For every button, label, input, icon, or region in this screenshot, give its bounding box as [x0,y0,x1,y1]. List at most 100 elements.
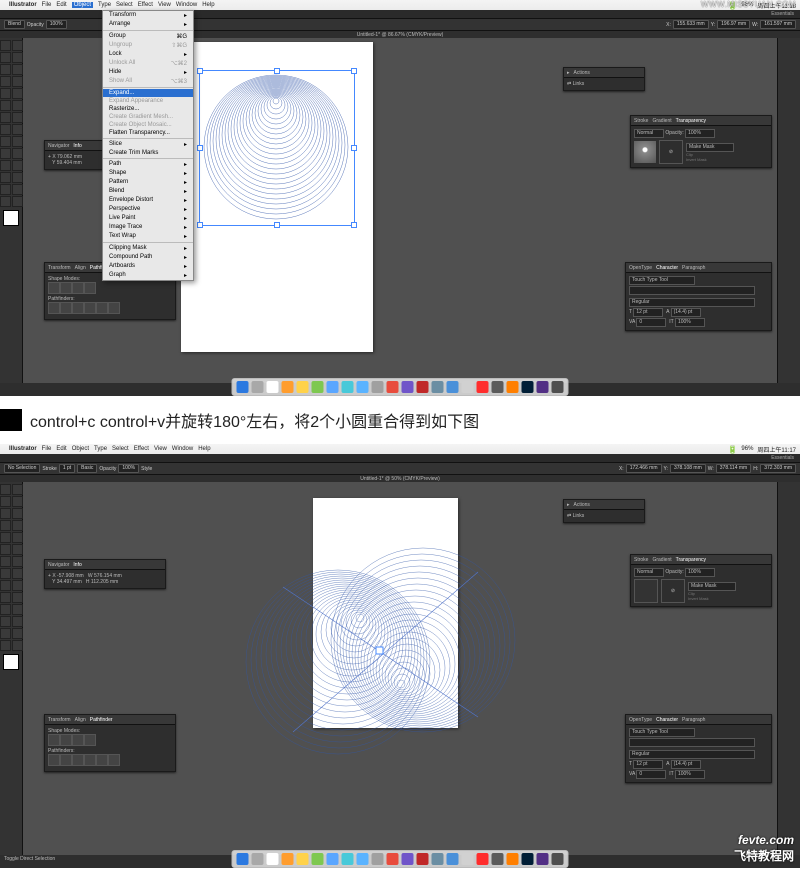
transparency-tab[interactable]: Transparency [676,557,706,563]
invert-check[interactable]: Invert Mask [686,157,768,162]
perspective-tool[interactable] [0,580,11,591]
dock-app-icon[interactable] [312,381,324,393]
dock-app-icon[interactable] [387,381,399,393]
navigator-tab[interactable]: Navigator [48,562,69,568]
blend-tool[interactable] [0,160,11,171]
menu-item[interactable]: Shape▸ [103,169,193,178]
mask-thumb[interactable]: ⊘ [661,579,685,603]
mi-file[interactable]: File [42,2,52,8]
magic-wand-tool[interactable] [0,52,11,63]
paragraph-tab[interactable]: Paragraph [682,717,705,723]
align-tab[interactable]: Align [75,717,86,723]
fill-stroke-swatch[interactable] [3,654,19,670]
mi-effect[interactable]: Effect [138,2,153,8]
dock-app-icon[interactable] [327,381,339,393]
make-mask-button[interactable]: Make Mask [686,143,734,152]
make-mask-button[interactable]: Make Mask [688,582,736,591]
w-val[interactable]: 161.597 mm [760,20,796,29]
dock-app-icon[interactable] [372,853,384,865]
mac-dock[interactable] [232,850,569,868]
pen-tool[interactable] [0,508,11,519]
hscale[interactable]: 100% [675,318,705,327]
minus-front-btn[interactable] [60,734,72,746]
menu-item[interactable]: Image Trace▸ [103,223,193,232]
fill-stroke-swatch[interactable] [3,210,19,226]
menu-item[interactable]: Pattern▸ [103,178,193,187]
divide-btn[interactable] [48,754,60,766]
intersect-btn[interactable] [72,282,84,294]
mask-thumb[interactable]: ⊘ [659,140,683,164]
mi-file[interactable]: File [42,446,52,452]
menu-item[interactable]: Transform▸ [103,11,193,20]
slice-tool[interactable] [0,184,11,195]
gradient-tab[interactable]: Gradient [652,557,671,563]
menu-item[interactable]: Compound Path▸ [103,253,193,262]
character-tab[interactable]: Character [656,265,678,271]
unite-btn[interactable] [48,282,60,294]
dock-app-icon[interactable] [477,381,489,393]
dock-app-icon[interactable] [402,381,414,393]
dock-app-icon[interactable] [237,381,249,393]
dock-app-icon[interactable] [447,381,459,393]
links-tab[interactable]: Links [573,513,585,519]
dock-app-icon[interactable] [267,381,279,393]
dock-app-icon[interactable] [432,381,444,393]
mi-object[interactable]: Object [72,446,89,452]
dock-app-icon[interactable] [462,853,474,865]
magic-wand-tool[interactable] [0,496,11,507]
menu-item[interactable]: Artboards▸ [103,262,193,271]
line-tool[interactable] [0,520,11,531]
type-tool[interactable] [12,64,23,75]
dock-app-icon[interactable] [507,853,519,865]
merge-btn[interactable] [72,754,84,766]
dock-app-icon[interactable] [492,381,504,393]
menu-item[interactable]: Flatten Transparency... [103,129,193,137]
leading[interactable]: (14.4) pt [671,760,701,769]
dock-app-icon[interactable] [372,381,384,393]
kerning[interactable]: 0 [636,318,666,327]
hand-tool[interactable] [12,184,23,195]
graph-tool[interactable] [0,616,11,627]
perspective-tool[interactable] [0,136,11,147]
dock-app-icon[interactable] [282,853,294,865]
menu-item[interactable]: Clipping Mask▸ [103,244,193,253]
zoom-tool[interactable] [0,196,11,207]
symbol-sprayer-tool[interactable] [12,604,23,615]
x-val[interactable]: 155.633 mm [673,20,709,29]
lasso-tool[interactable] [12,496,23,507]
mi-help[interactable]: Help [202,2,214,8]
mi-edit[interactable]: Edit [56,2,66,8]
rect-tool[interactable] [12,520,23,531]
menu-item[interactable]: Live Paint▸ [103,214,193,223]
menu-item[interactable]: Graph▸ [103,271,193,280]
dock-app-icon[interactable] [522,381,534,393]
dock-app-icon[interactable] [417,853,429,865]
direct-sel-tool[interactable] [12,484,23,495]
actions-tab[interactable]: Actions [574,70,590,76]
dock-app-icon[interactable] [447,853,459,865]
character-panel[interactable]: OpenType Character Paragraph Touch Type … [625,262,772,331]
free-transform-tool[interactable] [0,568,11,579]
dock-app-icon[interactable] [552,381,564,393]
menu-item[interactable]: Text Wrap▸ [103,232,193,241]
eyedropper-tool[interactable] [12,592,23,603]
align-tab[interactable]: Align [75,265,86,271]
pathfinder-tab[interactable]: Pathfinder [90,717,113,723]
shape-builder-tool[interactable] [12,568,23,579]
dock-app-icon[interactable] [432,853,444,865]
font-style[interactable]: Regular [629,750,755,759]
dock-app-icon[interactable] [477,853,489,865]
minus-back-btn[interactable] [108,754,120,766]
opacity-val[interactable]: 100% [685,568,715,577]
workspace-label[interactable]: Essentials [771,11,794,17]
eraser-tool[interactable] [0,544,11,555]
mesh-tool[interactable] [12,580,23,591]
crop-btn[interactable] [84,754,96,766]
info-tab[interactable]: Info [73,143,81,149]
menu-item[interactable]: Rasterize... [103,105,193,113]
mi-edit[interactable]: Edit [56,446,66,452]
info-tab[interactable]: Info [73,562,81,568]
menu-item[interactable]: Lock▸ [103,50,193,59]
divide-btn[interactable] [48,302,60,314]
menu-item[interactable]: Create Trim Marks [103,149,193,157]
